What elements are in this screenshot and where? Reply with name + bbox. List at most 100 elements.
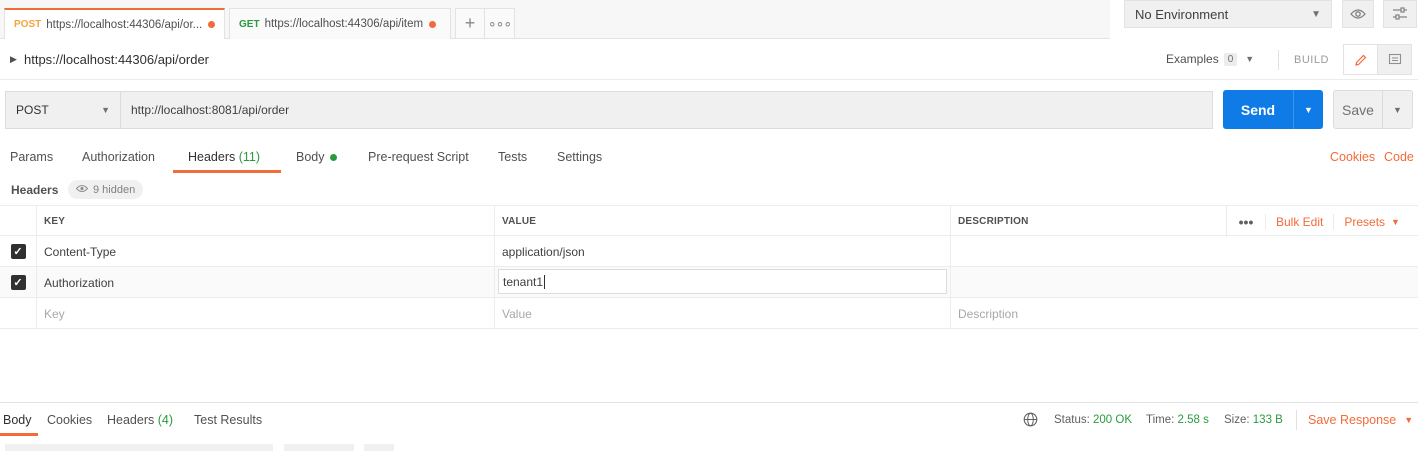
chevron-down-icon: ▼	[101, 105, 110, 115]
method-select[interactable]: POST ▼	[5, 91, 121, 129]
hidden-headers-toggle[interactable]: 9 hidden	[68, 180, 144, 199]
time-label: Time:	[1146, 414, 1175, 426]
expand-caret-icon[interactable]: ▶	[10, 54, 17, 65]
save-response-label: Save Response	[1308, 413, 1397, 427]
text-cursor	[544, 274, 546, 289]
active-tab-underline	[173, 170, 281, 173]
check-icon: ✓	[10, 275, 26, 290]
comment-icon[interactable]	[1377, 44, 1412, 75]
column-header-value: VALUE	[494, 206, 950, 237]
cookies-link[interactable]: Cookies	[1330, 150, 1375, 164]
bulk-edit-link[interactable]: Bulk Edit	[1265, 213, 1333, 230]
globe-icon[interactable]	[1023, 412, 1038, 427]
header-key[interactable]: Authorization	[36, 267, 494, 298]
eye-icon[interactable]	[1342, 0, 1374, 28]
table-row: ✓ Authorization tenant1	[0, 267, 1418, 298]
header-value-input[interactable]: tenant1	[498, 269, 947, 294]
more-options-icon[interactable]: •••	[1227, 214, 1265, 230]
time-info: Time: 2.58 s	[1146, 414, 1209, 426]
tab-url: https://localhost:44306/api/item	[264, 18, 424, 30]
new-value-input[interactable]: Value	[494, 298, 950, 329]
chevron-down-icon: ▼	[1245, 54, 1255, 64]
header-checkbox-col	[0, 206, 36, 237]
settings-sliders-icon[interactable]	[1383, 0, 1417, 28]
tab-authorization[interactable]: Authorization	[82, 150, 155, 164]
response-tab-test-results[interactable]: Test Results	[194, 413, 262, 427]
environment-select[interactable]: No Environment ▼	[1124, 0, 1332, 28]
chevron-down-icon: ▼	[1311, 8, 1321, 20]
tab-url: https://localhost:44306/api/or...	[46, 18, 203, 31]
chevron-down-icon[interactable]: ▼	[1383, 105, 1412, 115]
request-title[interactable]: https://localhost:44306/api/order	[24, 52, 209, 67]
new-tab-plus-icon[interactable]: +	[455, 8, 485, 39]
examples-count: 0	[1223, 52, 1238, 66]
response-headers-count: (4)	[157, 413, 174, 427]
status-info: Status: 200 OK	[1054, 414, 1132, 426]
table-tools: ••• Bulk Edit Presets ▼	[1226, 206, 1418, 237]
tab-body[interactable]: Body	[296, 150, 337, 164]
tab-method: GET	[239, 18, 260, 30]
headers-section-label: Headers	[11, 183, 59, 197]
tab-headers-count: (11)	[238, 150, 261, 164]
table-row: ✓ Content-Type application/json	[0, 236, 1418, 267]
header-description[interactable]	[950, 236, 1418, 267]
row-checkbox[interactable]: ✓	[0, 236, 36, 267]
divider	[1278, 50, 1279, 70]
url-value: http://localhost:8081/api/order	[131, 103, 290, 117]
request-tab-post-order[interactable]: POST https://localhost:44306/api/or...	[4, 8, 225, 39]
new-description-input[interactable]: Description	[950, 298, 1418, 329]
unsaved-dot	[208, 21, 215, 28]
column-header-key: KEY	[36, 206, 494, 237]
new-key-input[interactable]: Key	[36, 298, 494, 329]
response-bar: Body Cookies Headers (4) Test Results St…	[0, 402, 1418, 436]
chevron-down-icon: ▼	[1404, 415, 1414, 425]
save-response-dropdown[interactable]: Save Response ▼	[1296, 410, 1413, 430]
header-key[interactable]: Content-Type	[36, 236, 494, 267]
tab-params[interactable]: Params	[10, 150, 53, 164]
tab-method: POST	[14, 19, 42, 30]
header-value: tenant1	[503, 274, 544, 289]
status-label: Status:	[1054, 414, 1090, 426]
response-format-control[interactable]	[5, 444, 273, 451]
status-value: 200 OK	[1093, 414, 1133, 426]
check-icon: ✓	[10, 244, 26, 259]
send-button[interactable]: Send ▼	[1223, 90, 1323, 129]
header-description[interactable]	[950, 267, 1418, 298]
response-format-select[interactable]	[284, 444, 354, 451]
table-row-new: Key Value Description	[0, 298, 1418, 329]
header-value[interactable]: application/json	[494, 236, 950, 267]
size-info: Size: 133 B	[1224, 414, 1283, 426]
eye-icon	[75, 184, 89, 196]
row-checkbox-empty	[0, 298, 36, 329]
examples-label: Examples	[1166, 52, 1219, 66]
code-link[interactable]: Code	[1384, 150, 1414, 164]
request-tab-strip: POST https://localhost:44306/api/or... G…	[0, 0, 1110, 39]
row-checkbox[interactable]: ✓	[0, 267, 36, 298]
request-tab-get-item[interactable]: GET https://localhost:44306/api/item	[229, 8, 451, 39]
response-tab-headers[interactable]: Headers (4)	[107, 413, 173, 427]
active-tab-underline	[0, 433, 38, 436]
response-tab-body[interactable]: Body	[3, 413, 32, 427]
build-mode-label[interactable]: BUILD	[1294, 54, 1329, 66]
size-label: Size:	[1224, 414, 1250, 426]
examples-dropdown[interactable]: Examples 0 ▼	[1166, 52, 1254, 66]
chevron-down-icon[interactable]: ▼	[1294, 105, 1323, 115]
tab-tests[interactable]: Tests	[498, 150, 527, 164]
wrap-icon[interactable]	[364, 444, 394, 451]
tab-headers[interactable]: Headers (11)	[188, 150, 260, 164]
save-button[interactable]: Save ▼	[1333, 90, 1413, 129]
tab-prerequest-script[interactable]: Pre-request Script	[368, 150, 469, 164]
time-value: 2.58 s	[1177, 414, 1209, 426]
tab-body-label: Body	[296, 150, 325, 164]
url-input[interactable]: http://localhost:8081/api/order	[121, 91, 1213, 129]
tab-settings[interactable]: Settings	[557, 150, 602, 164]
presets-dropdown[interactable]: Presets ▼	[1333, 213, 1410, 230]
send-label: Send	[1240, 101, 1276, 118]
table-header-row: KEY VALUE DESCRIPTION ••• Bulk Edit Pres…	[0, 205, 1418, 237]
environment-value: No Environment	[1135, 6, 1229, 22]
more-tabs-icon[interactable]: ∘∘∘	[485, 8, 515, 39]
header-value-cell: tenant1	[494, 267, 950, 298]
unsaved-dot	[429, 20, 437, 28]
edit-pencil-icon[interactable]	[1343, 44, 1378, 75]
response-tab-cookies[interactable]: Cookies	[47, 413, 92, 427]
